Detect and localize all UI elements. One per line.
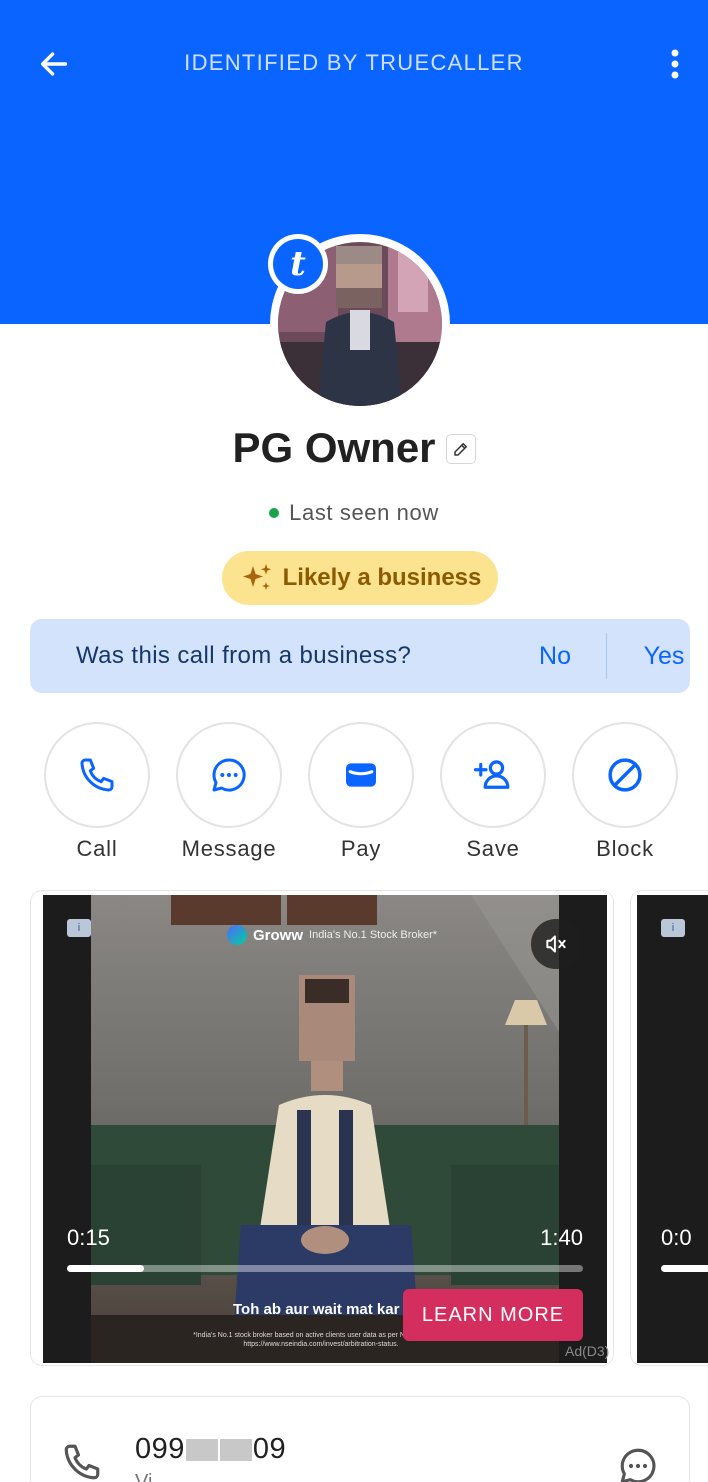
block-label: Block xyxy=(596,836,654,861)
ad-info-icon[interactable]: i xyxy=(661,919,685,937)
answer-no-button[interactable]: No xyxy=(508,642,602,671)
ad-brand-name: Groww xyxy=(253,926,304,944)
edit-name-button[interactable] xyxy=(445,434,476,464)
message-action-button[interactable]: Message xyxy=(176,722,282,862)
groww-logo-icon xyxy=(227,925,247,945)
video-progress-bar[interactable] xyxy=(67,1265,583,1272)
phone-number: 099 09 xyxy=(135,1433,286,1466)
ad-brand: Groww India's No.1 Stock Broker* xyxy=(227,925,437,945)
likely-business-badge: Likely a business xyxy=(222,551,498,605)
video-progress-fill xyxy=(67,1265,145,1272)
video-current-time-next: 0:0 xyxy=(661,1225,692,1250)
ad-info-icon[interactable]: i xyxy=(67,919,91,937)
pencil-icon xyxy=(453,443,467,456)
wallet-icon xyxy=(346,763,376,787)
message-icon[interactable] xyxy=(617,1445,659,1482)
sparkle-icon xyxy=(242,564,271,590)
contact-name: PG Owner xyxy=(232,424,436,471)
name-row: PG Owner xyxy=(0,424,708,472)
learn-more-button[interactable]: LEARN MORE xyxy=(403,1289,583,1341)
truecaller-badge: t xyxy=(268,234,328,294)
divider xyxy=(606,633,607,679)
add-person-icon xyxy=(473,760,510,789)
business-question-text: Was this call from a business? xyxy=(76,642,412,669)
ad-label: Ad(D3) xyxy=(565,1343,610,1359)
video-progress-next xyxy=(661,1265,708,1272)
block-action-button[interactable]: Block xyxy=(572,722,678,862)
answer-yes-button[interactable]: Yes xyxy=(620,642,708,671)
status-row: Last seen now xyxy=(0,500,708,526)
message-label: Message xyxy=(181,836,277,861)
video-caption: Toh ab aur wait mat kar xyxy=(233,1301,400,1318)
carrier-label: Vi... xyxy=(135,1471,170,1482)
pay-action-button[interactable]: Pay xyxy=(308,722,414,862)
redacted-digits xyxy=(185,1439,218,1462)
call-action-button[interactable]: Call xyxy=(44,722,150,862)
truecaller-logo-icon: t xyxy=(273,239,323,289)
save-label: Save xyxy=(466,836,520,861)
save-action-button[interactable]: Save xyxy=(440,722,546,862)
block-icon xyxy=(608,758,642,792)
chat-bubble-icon xyxy=(212,758,246,792)
mute-button[interactable] xyxy=(531,919,581,969)
video-duration: 1:40 xyxy=(540,1225,583,1250)
phone-number-prefix: 099 xyxy=(135,1433,185,1465)
redacted-digits xyxy=(219,1439,252,1462)
more-vertical-icon xyxy=(671,49,679,79)
volume-muted-icon xyxy=(546,935,566,953)
business-feedback-bar: Was this call from a business? No Yes xyxy=(30,619,690,693)
phone-icon xyxy=(64,1444,100,1480)
phone-number-suffix: 09 xyxy=(252,1433,287,1465)
online-dot xyxy=(269,508,280,518)
ad-tagline: India's No.1 Stock Broker* xyxy=(309,929,438,941)
likely-business-label: Likely a business xyxy=(282,564,482,591)
call-label: Call xyxy=(76,836,118,861)
video-current-time: 0:15 xyxy=(67,1225,110,1250)
ad-video-next[interactable]: i 0:0 xyxy=(637,895,708,1363)
video-ad-card-next[interactable]: i 0:0 xyxy=(630,890,708,1366)
pay-label: Pay xyxy=(340,836,382,861)
more-options-button[interactable] xyxy=(658,44,692,84)
ad-video[interactable]: i Groww India's No.1 Stock Broker* 0:15 … xyxy=(43,895,607,1363)
video-ad-card[interactable]: i Groww India's No.1 Stock Broker* 0:15 … xyxy=(30,890,614,1366)
phone-icon xyxy=(80,758,114,792)
phone-number-card[interactable]: 099 09 Vi... xyxy=(30,1396,690,1482)
header-title: IDENTIFIED BY TRUECALLER xyxy=(184,50,524,75)
last-seen-text: Last seen now xyxy=(289,500,439,525)
